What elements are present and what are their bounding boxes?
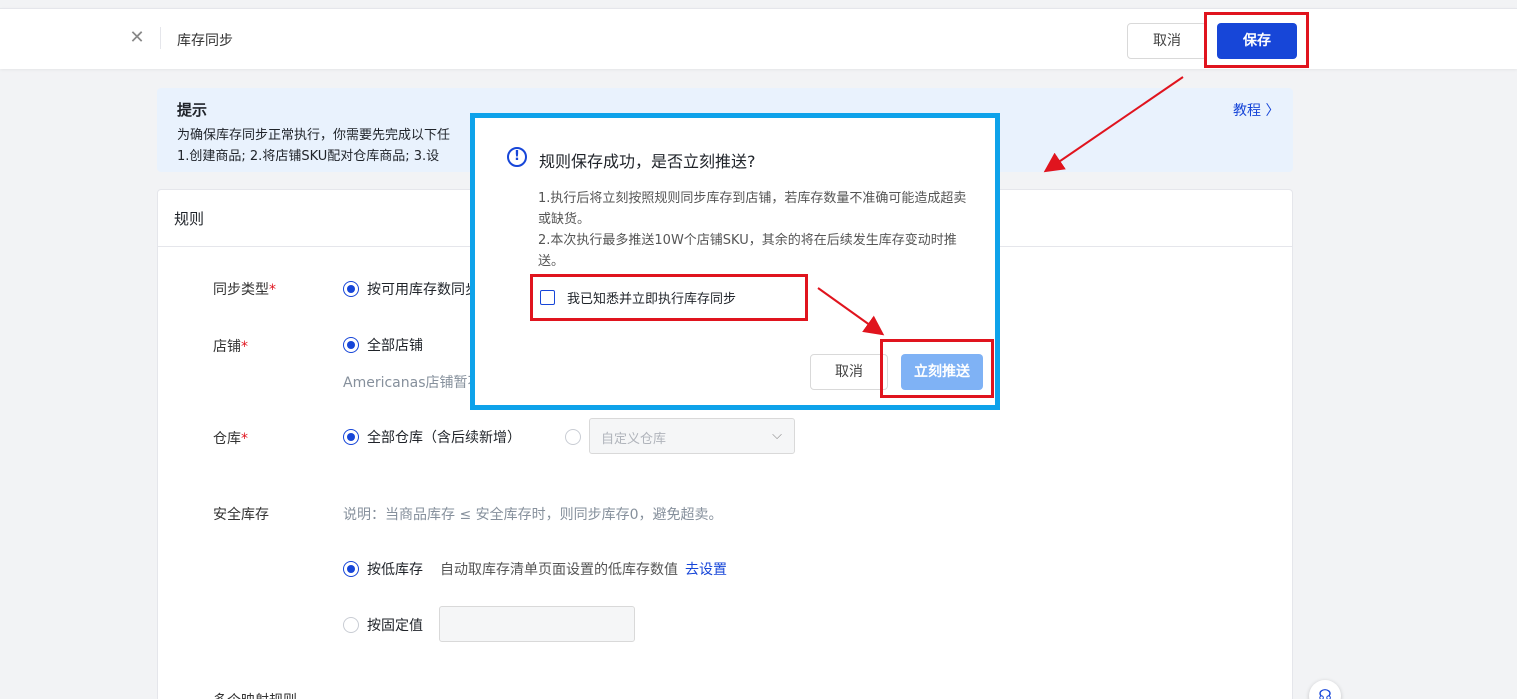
warehouse-all-option[interactable]: 全部仓库（含后续新增） xyxy=(367,427,521,447)
required-mark: * xyxy=(269,282,276,298)
sync-type-radio[interactable] xyxy=(343,281,359,297)
sync-type-label-text: 同步类型 xyxy=(213,282,269,298)
warehouse-label-text: 仓库 xyxy=(213,431,241,447)
go-set-link[interactable]: 去设置 xyxy=(685,559,727,579)
store-note: Americanas店铺暂不 xyxy=(343,375,482,391)
low-stock-hint: 自动取库存清单页面设置的低库存数值 xyxy=(440,562,678,578)
store-label-text: 店铺 xyxy=(213,339,241,355)
push-highlight-box xyxy=(880,339,994,398)
mapping-rules-label: 多个映射规则 xyxy=(213,690,297,699)
modal-desc-line2: 2.本次执行最多推送10W个店铺SKU，其余的将在后续发生库存变动时推送。 xyxy=(538,233,957,269)
card-title: 规则 xyxy=(174,210,205,228)
safety-stock-label: 安全库存 xyxy=(213,507,269,523)
tip-text-line2: 1.创建商品; 2.将店铺SKU配对仓库商品; 3.设 xyxy=(177,149,440,164)
modal-description: 1.执行后将立刻按照规则同步库存到店铺，若库存数量不准确可能造成超卖或缺货。 2… xyxy=(538,188,968,272)
warehouse-label: 仓库* xyxy=(213,428,248,448)
fixed-value-input[interactable] xyxy=(439,606,635,642)
checkbox-highlight-box xyxy=(530,274,808,321)
required-mark: * xyxy=(241,339,248,355)
divider xyxy=(160,27,161,49)
warehouse-all-radio[interactable] xyxy=(343,429,359,445)
save-highlight-box xyxy=(1204,12,1309,68)
modal-desc-line1: 1.执行后将立刻按照规则同步库存到店铺，若库存数量不准确可能造成超卖或缺货。 xyxy=(538,191,967,227)
store-all-radio[interactable] xyxy=(343,337,359,353)
modal-title: 规则保存成功，是否立刻推送? xyxy=(539,152,756,171)
headset-icon[interactable]: ☊ xyxy=(1309,680,1341,699)
chevron-down-icon: ⌵ xyxy=(772,428,782,443)
fixed-value-radio[interactable] xyxy=(343,617,359,633)
tutorial-link[interactable]: 教程 〉 xyxy=(1233,100,1279,120)
sync-type-label: 同步类型* xyxy=(213,279,276,299)
info-circle-icon: ! xyxy=(507,147,527,167)
tip-text-line1: 为确保库存同步正常执行，你需要先完成以下任 xyxy=(177,128,451,143)
modal-cancel-button[interactable]: 取消 xyxy=(810,354,888,390)
store-label: 店铺* xyxy=(213,336,248,356)
low-stock-radio[interactable] xyxy=(343,561,359,577)
required-mark: * xyxy=(241,431,248,447)
low-stock-option[interactable]: 按低库存 xyxy=(367,559,423,579)
cancel-button[interactable]: 取消 xyxy=(1127,23,1207,59)
store-all-option[interactable]: 全部店铺 xyxy=(367,335,423,355)
select-placeholder: 自定义仓库 xyxy=(601,432,667,447)
page-title: 库存同步 xyxy=(177,33,233,49)
custom-warehouse-select[interactable]: 自定义仓库 ⌵ xyxy=(589,418,795,454)
sync-type-option[interactable]: 按可用库存数同步 xyxy=(367,279,479,299)
fixed-value-option[interactable]: 按固定值 xyxy=(367,615,423,635)
close-icon[interactable]: ✕ xyxy=(128,29,146,47)
safety-stock-description: 说明：当商品库存 ≤ 安全库存时，则同步库存0，避免超卖。 xyxy=(343,507,723,523)
warehouse-custom-radio[interactable] xyxy=(565,429,581,445)
tip-title: 提示 xyxy=(177,101,208,119)
